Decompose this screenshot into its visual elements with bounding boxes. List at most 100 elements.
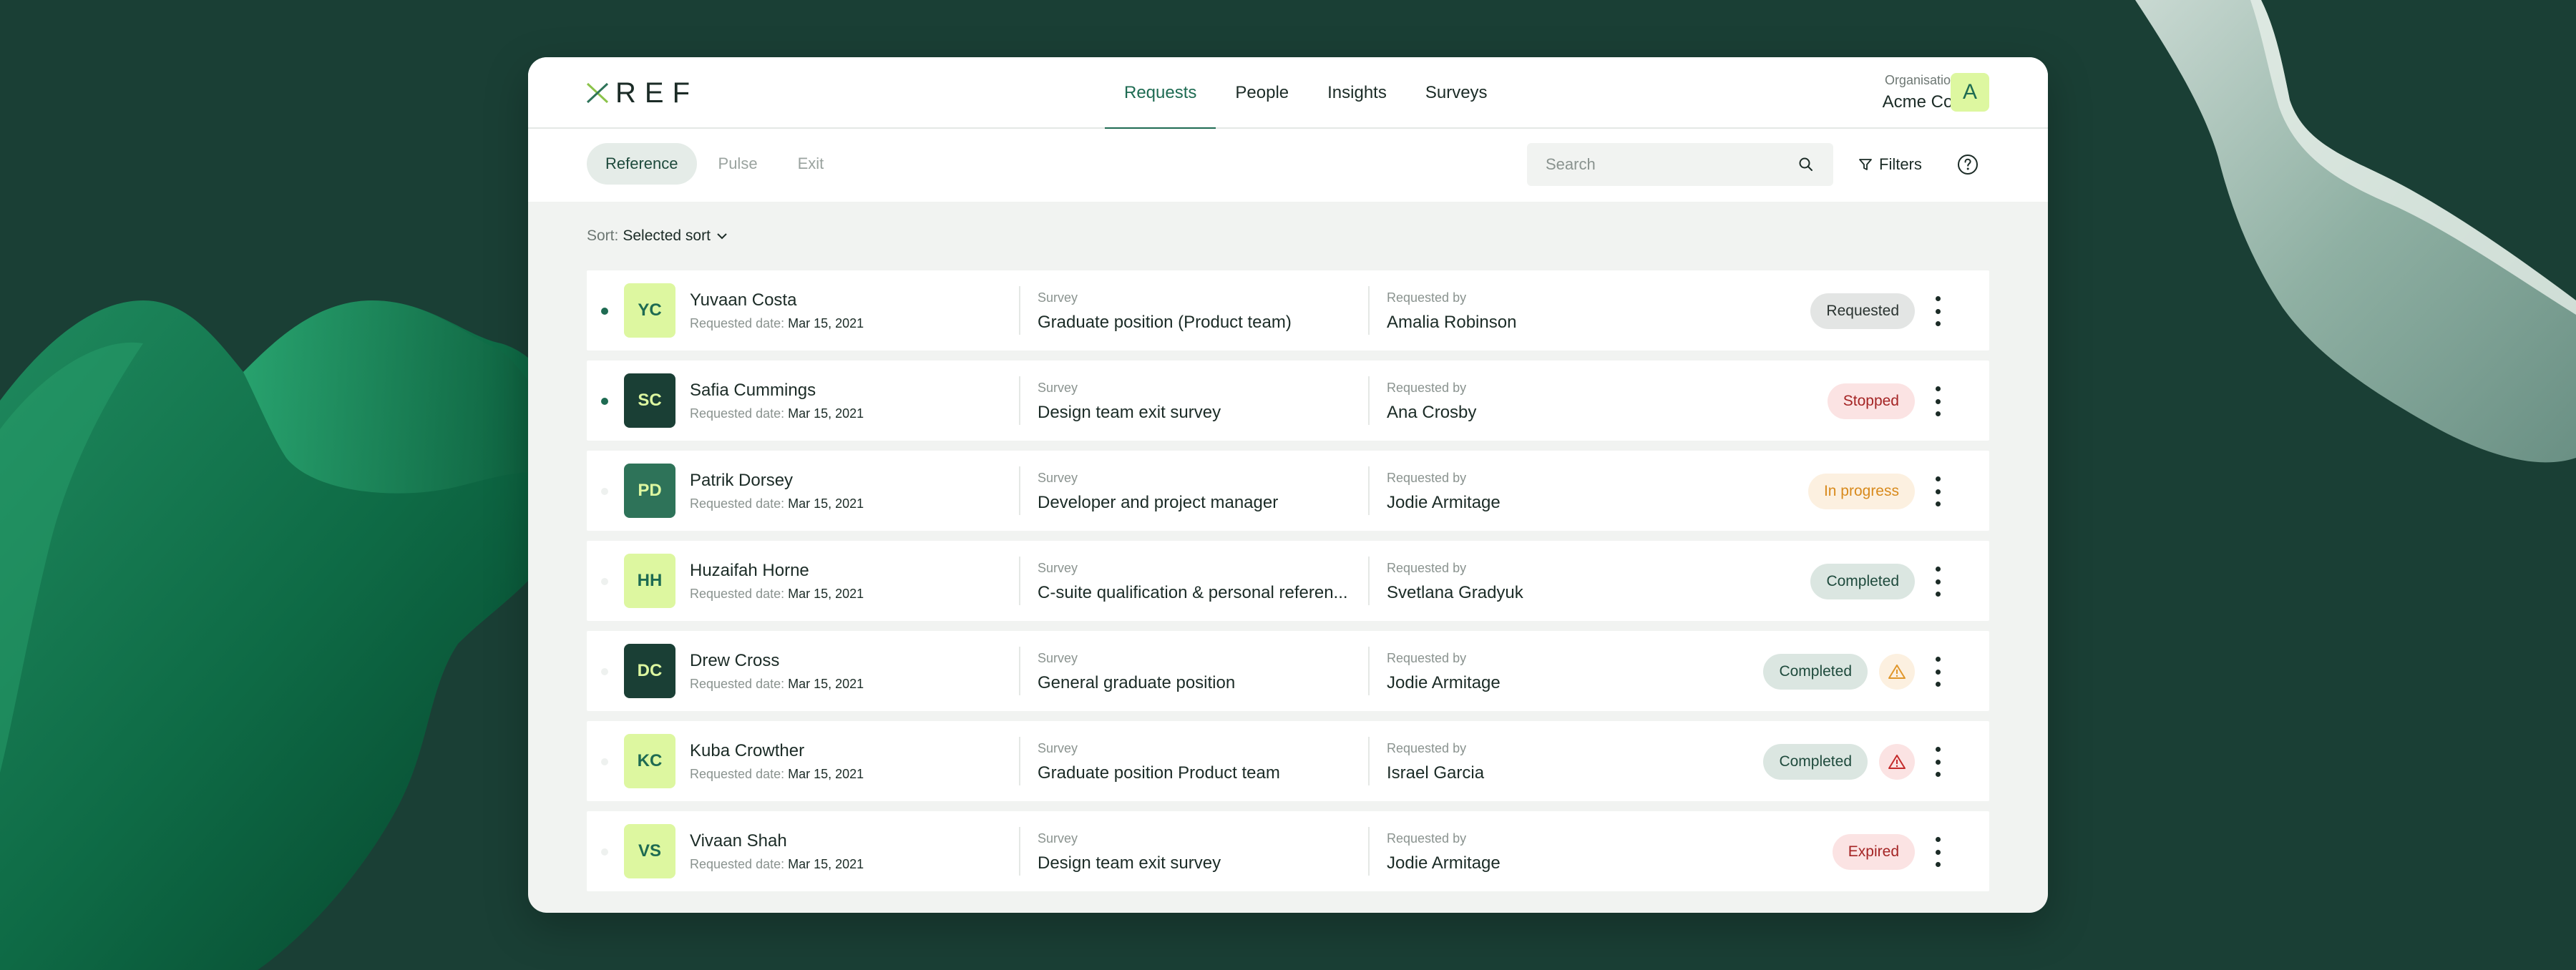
avatar: KC [624,734,675,788]
status-badge: Completed [1763,744,1868,780]
column-divider [1019,737,1020,785]
column-divider [1368,466,1370,515]
nav-surveys[interactable]: Surveys [1406,57,1507,129]
filters-button[interactable]: Filters [1858,143,1922,186]
table-row[interactable]: HH Huzaifah Horne Requested date: Mar 15… [587,541,1989,621]
requested-by-column: Requested by Israel Garcia [1387,741,1687,783]
candidate-name[interactable]: Vivaan Shah [690,831,864,851]
filter-icon [1859,159,1872,170]
status-badge: Completed [1763,654,1868,690]
unread-indicator [601,758,608,765]
nav-insights[interactable]: Insights [1308,57,1406,129]
more-options-icon[interactable] [1932,476,1943,506]
avatar: HH [624,554,675,608]
survey-name: Graduate position Product team [1038,763,1280,783]
search-input[interactable] [1546,155,1797,174]
candidate-name[interactable]: Drew Cross [690,651,864,671]
organisation-switcher[interactable]: Organisation Acme Co. [1883,73,1958,112]
table-row[interactable]: PD Patrik Dorsey Requested date: Mar 15,… [587,451,1989,531]
table-row[interactable]: DC Drew Cross Requested date: Mar 15, 20… [587,631,1989,711]
column-divider [1368,827,1370,876]
avatar: PD [624,464,675,518]
survey-name: C-suite qualification & personal referen… [1038,583,1348,602]
logo[interactable]: REF [585,77,698,109]
avatar: VS [624,824,675,878]
unread-indicator [601,578,608,585]
candidate-name[interactable]: Patrik Dorsey [690,471,864,491]
requested-date-label: Requested date: [690,406,785,421]
column-divider [1019,286,1020,335]
column-divider [1368,376,1370,425]
survey-label: Survey [1038,471,1078,485]
requested-date: Requested date: Mar 15, 2021 [690,496,864,511]
organisation-avatar[interactable]: A [1951,73,1989,112]
requested-by-name: Svetlana Gradyuk [1387,583,1523,602]
requested-by-column: Requested by Jodie Armitage [1387,471,1687,513]
status-badge: Requested [1810,293,1915,329]
candidate-info: Vivaan Shah Requested date: Mar 15, 2021 [690,831,864,872]
table-row[interactable]: VS Vivaan Shah Requested date: Mar 15, 2… [587,811,1989,891]
alert-icon[interactable] [1879,744,1915,780]
avatar: YC [624,283,675,338]
table-row[interactable]: SC Safia Cummings Requested date: Mar 15… [587,361,1989,441]
requested-date-value: Mar 15, 2021 [788,406,864,421]
help-icon[interactable] [1956,153,1979,176]
requested-date: Requested date: Mar 15, 2021 [690,767,864,782]
chevron-down-icon [717,233,727,240]
sort-dropdown[interactable]: Sort: Selected sort [587,202,1989,270]
logo-text: REF [615,77,698,109]
avatar: DC [624,644,675,698]
status-badge: In progress [1807,474,1915,509]
column-divider [1019,827,1020,876]
sort-value: Selected sort [623,227,711,244]
requested-date: Requested date: Mar 15, 2021 [690,406,864,421]
requested-date-value: Mar 15, 2021 [788,677,864,691]
column-divider [1368,286,1370,335]
request-list: Sort: Selected sort YC Yuvaan Costa Requ… [528,202,2048,891]
main-nav: Requests People Insights Surveys [1105,57,1507,130]
search-icon[interactable] [1797,156,1815,173]
candidate-name[interactable]: Kuba Crowther [690,741,864,761]
table-row[interactable]: KC Kuba Crowther Requested date: Mar 15,… [587,721,1989,801]
survey-label: Survey [1038,651,1078,665]
filters-label: Filters [1879,155,1922,173]
requested-by-name: Jodie Armitage [1387,673,1501,692]
nav-people[interactable]: People [1216,57,1308,129]
requested-by-label: Requested by [1387,741,1467,755]
tab-reference[interactable]: Reference [587,143,697,185]
candidate-name[interactable]: Huzaifah Horne [690,561,864,581]
candidate-info: Patrik Dorsey Requested date: Mar 15, 20… [690,471,864,511]
unread-indicator [601,398,608,405]
more-options-icon[interactable] [1932,567,1943,597]
survey-column: Survey Design team exit survey [1038,831,1352,873]
more-options-icon[interactable] [1932,837,1943,867]
survey-label: Survey [1038,831,1078,846]
status-badge: Completed [1810,564,1915,599]
more-options-icon[interactable] [1932,296,1943,326]
requested-date-value: Mar 15, 2021 [788,496,864,511]
warning-icon[interactable] [1879,654,1915,690]
app-window: REF Requests People Insights Surveys Org… [528,57,2048,913]
more-options-icon[interactable] [1932,386,1943,416]
tab-pulse[interactable]: Pulse [700,143,776,185]
requested-by-name: Amalia Robinson [1387,313,1517,332]
top-bar: REF Requests People Insights Surveys Org… [528,57,2048,130]
column-divider [1368,647,1370,695]
survey-name: Design team exit survey [1038,403,1221,422]
more-options-icon[interactable] [1932,747,1943,777]
candidate-info: Kuba Crowther Requested date: Mar 15, 20… [690,741,864,782]
requested-date-value: Mar 15, 2021 [788,587,864,601]
survey-column: Survey Graduate position Product team [1038,741,1352,783]
decorative-shape-right [2135,0,2576,463]
candidate-name[interactable]: Yuvaan Costa [690,290,864,310]
x-logo-icon [586,82,609,104]
table-row[interactable]: YC Yuvaan Costa Requested date: Mar 15, … [587,270,1989,351]
candidate-name[interactable]: Safia Cummings [690,381,864,401]
requested-date-label: Requested date: [690,677,785,691]
more-options-icon[interactable] [1932,657,1943,687]
unread-indicator [601,308,608,315]
nav-requests[interactable]: Requests [1105,57,1216,130]
tab-exit[interactable]: Exit [779,143,843,185]
column-divider [1019,557,1020,605]
status-badge: Stopped [1827,383,1915,419]
